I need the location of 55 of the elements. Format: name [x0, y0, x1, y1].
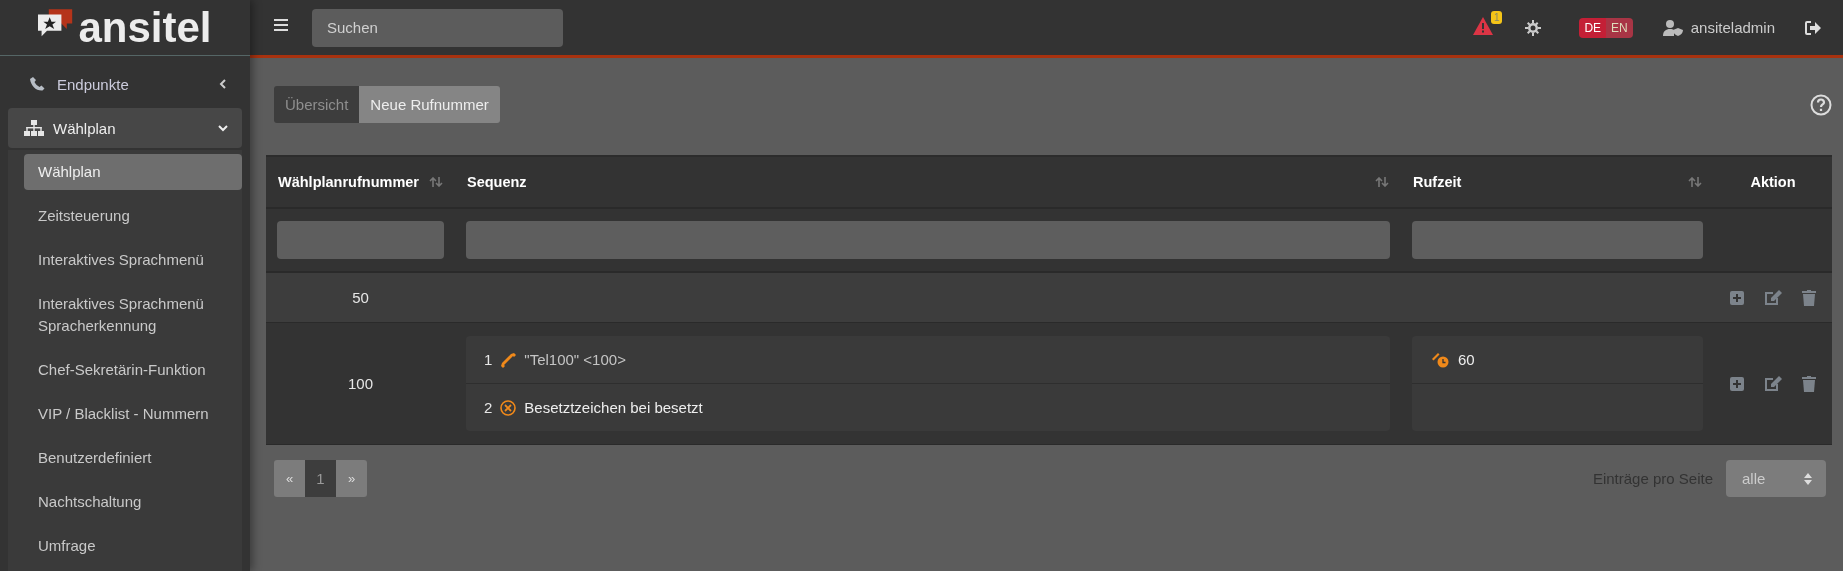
help-icon[interactable] [1810, 93, 1832, 116]
submenu-item[interactable]: Interaktives Sprachmenü [24, 238, 242, 282]
logout-icon[interactable] [1805, 20, 1821, 35]
column-header[interactable]: Aktion [1750, 174, 1796, 190]
user-name[interactable]: ansiteladmin [1690, 19, 1775, 36]
step-text: "Tel100" <100> [524, 351, 626, 368]
sidebar-item[interactable]: Wählplan [8, 108, 242, 148]
submenu-item[interactable]: Chef-Sekretärin-Funktion [24, 348, 242, 392]
trash-icon[interactable] [1802, 289, 1816, 306]
submenu-item[interactable]: VIP / Blacklist - Nummern [24, 392, 242, 436]
table-cell: 50 [352, 289, 369, 306]
submenu-item[interactable]: Zeitsteuerung [24, 194, 242, 238]
step-number: 2 [484, 399, 493, 416]
phone-icon [28, 76, 48, 92]
chevron-left-icon [218, 79, 228, 89]
column-header[interactable]: Rufzeit [1413, 174, 1462, 190]
submenu-item[interactable]: Umfrage [24, 524, 242, 568]
add-icon[interactable] [1730, 290, 1744, 305]
filter-field[interactable] [277, 221, 444, 259]
submenu-item[interactable]: Wählplan [24, 154, 242, 190]
updown-icon [1804, 472, 1812, 485]
sidebar-item[interactable]: Endpunkte [8, 64, 242, 104]
logo-text: ansitel [78, 6, 212, 49]
submenu-item[interactable]: Benutzerdefiniert [24, 436, 242, 480]
language-button[interactable]: EN [1606, 17, 1633, 38]
menu-icon[interactable] [274, 18, 288, 31]
language-button[interactable]: DE [1579, 17, 1607, 38]
sort-icon[interactable] [1688, 177, 1702, 187]
column-header[interactable]: Wählplanrufnummer [278, 174, 419, 190]
settings-icon[interactable] [1525, 19, 1542, 36]
step-text: Besetztzeichen bei besetzt [524, 399, 703, 416]
table-cell: 100 [348, 375, 373, 392]
sort-icon[interactable] [1375, 177, 1389, 187]
filter-field[interactable] [466, 221, 1390, 259]
filter-field[interactable] [1412, 221, 1703, 259]
edit-icon[interactable] [1764, 289, 1782, 306]
add-icon[interactable] [1730, 376, 1744, 391]
user-shield-icon [1662, 19, 1683, 36]
cancel-circle-icon [500, 399, 517, 416]
notification-badge: 1 [1490, 11, 1503, 24]
step-number: 1 [484, 351, 493, 368]
search-field[interactable]: Suchen [312, 8, 563, 47]
ring-time: 60 [1458, 351, 1475, 368]
page-button[interactable]: 1 [305, 460, 336, 497]
phone-clock-icon [1432, 351, 1450, 368]
trash-icon[interactable] [1802, 375, 1816, 392]
edit-icon[interactable] [1764, 375, 1782, 392]
sort-icon[interactable] [429, 177, 443, 187]
chevron-down-icon [218, 123, 228, 133]
warning-icon [1473, 17, 1494, 35]
submenu-item[interactable]: Interaktives Sprachmenü Spracherkennung [24, 282, 242, 348]
column-header[interactable]: Sequenz [467, 174, 527, 190]
sitemap-icon [24, 120, 44, 136]
submenu-item[interactable]: Nachtschaltung [24, 480, 242, 524]
phone-icon [500, 351, 517, 368]
